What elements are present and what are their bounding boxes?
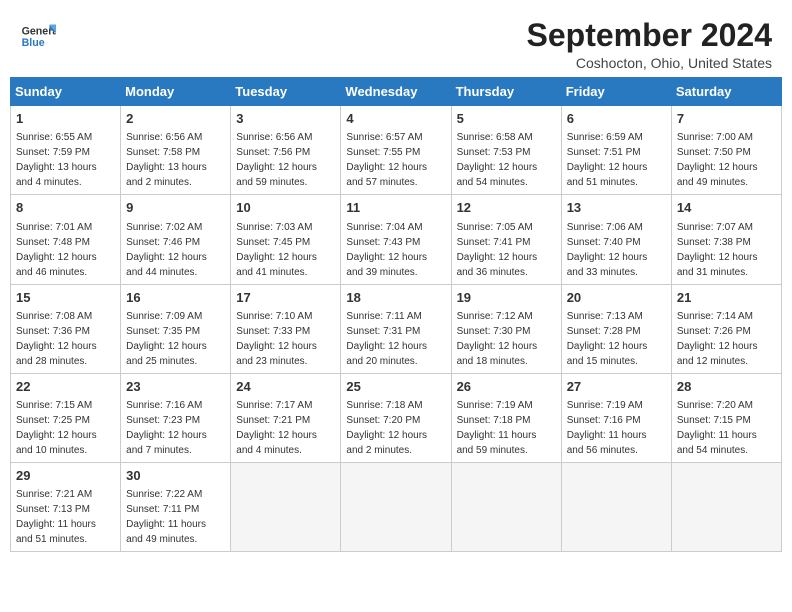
- month-title: September 2024: [527, 18, 772, 53]
- svg-text:Blue: Blue: [22, 37, 45, 49]
- col-monday: Monday: [121, 78, 231, 106]
- table-row: 3Sunrise: 6:56 AMSunset: 7:56 PMDaylight…: [231, 106, 341, 195]
- table-row: 1Sunrise: 6:55 AMSunset: 7:59 PMDaylight…: [11, 106, 121, 195]
- table-row: 14Sunrise: 7:07 AMSunset: 7:38 PMDayligh…: [671, 195, 781, 284]
- calendar-body: 1Sunrise: 6:55 AMSunset: 7:59 PMDaylight…: [11, 106, 782, 552]
- table-row: 24Sunrise: 7:17 AMSunset: 7:21 PMDayligh…: [231, 373, 341, 462]
- table-row: 15Sunrise: 7:08 AMSunset: 7:36 PMDayligh…: [11, 284, 121, 373]
- table-row: 5Sunrise: 6:58 AMSunset: 7:53 PMDaylight…: [451, 106, 561, 195]
- table-row: 13Sunrise: 7:06 AMSunset: 7:40 PMDayligh…: [561, 195, 671, 284]
- col-wednesday: Wednesday: [341, 78, 451, 106]
- table-row: 22Sunrise: 7:15 AMSunset: 7:25 PMDayligh…: [11, 373, 121, 462]
- table-row: 23Sunrise: 7:16 AMSunset: 7:23 PMDayligh…: [121, 373, 231, 462]
- logo-icon: General Blue: [20, 18, 56, 54]
- table-row: 28Sunrise: 7:20 AMSunset: 7:15 PMDayligh…: [671, 373, 781, 462]
- table-row: 30Sunrise: 7:22 AMSunset: 7:11 PMDayligh…: [121, 462, 231, 551]
- table-row: 17Sunrise: 7:10 AMSunset: 7:33 PMDayligh…: [231, 284, 341, 373]
- col-friday: Friday: [561, 78, 671, 106]
- table-row: [561, 462, 671, 551]
- title-area: September 2024 Coshocton, Ohio, United S…: [527, 18, 772, 71]
- table-row: 26Sunrise: 7:19 AMSunset: 7:18 PMDayligh…: [451, 373, 561, 462]
- table-row: 20Sunrise: 7:13 AMSunset: 7:28 PMDayligh…: [561, 284, 671, 373]
- table-row: 19Sunrise: 7:12 AMSunset: 7:30 PMDayligh…: [451, 284, 561, 373]
- table-row: 4Sunrise: 6:57 AMSunset: 7:55 PMDaylight…: [341, 106, 451, 195]
- table-row: 16Sunrise: 7:09 AMSunset: 7:35 PMDayligh…: [121, 284, 231, 373]
- table-row: 7Sunrise: 7:00 AMSunset: 7:50 PMDaylight…: [671, 106, 781, 195]
- calendar-header: Sunday Monday Tuesday Wednesday Thursday…: [11, 78, 782, 106]
- table-row: 8Sunrise: 7:01 AMSunset: 7:48 PMDaylight…: [11, 195, 121, 284]
- table-row: [231, 462, 341, 551]
- table-row: 27Sunrise: 7:19 AMSunset: 7:16 PMDayligh…: [561, 373, 671, 462]
- col-tuesday: Tuesday: [231, 78, 341, 106]
- col-thursday: Thursday: [451, 78, 561, 106]
- location-subtitle: Coshocton, Ohio, United States: [527, 55, 772, 71]
- page-header: General Blue General Blue September 2024…: [10, 10, 782, 77]
- table-row: 18Sunrise: 7:11 AMSunset: 7:31 PMDayligh…: [341, 284, 451, 373]
- logo: General Blue General Blue: [20, 18, 56, 54]
- table-row: 2Sunrise: 6:56 AMSunset: 7:58 PMDaylight…: [121, 106, 231, 195]
- table-row: [671, 462, 781, 551]
- table-row: 25Sunrise: 7:18 AMSunset: 7:20 PMDayligh…: [341, 373, 451, 462]
- table-row: 10Sunrise: 7:03 AMSunset: 7:45 PMDayligh…: [231, 195, 341, 284]
- calendar-table: Sunday Monday Tuesday Wednesday Thursday…: [10, 77, 782, 552]
- table-row: 21Sunrise: 7:14 AMSunset: 7:26 PMDayligh…: [671, 284, 781, 373]
- col-saturday: Saturday: [671, 78, 781, 106]
- table-row: [451, 462, 561, 551]
- col-sunday: Sunday: [11, 78, 121, 106]
- table-row: 12Sunrise: 7:05 AMSunset: 7:41 PMDayligh…: [451, 195, 561, 284]
- table-row: 29Sunrise: 7:21 AMSunset: 7:13 PMDayligh…: [11, 462, 121, 551]
- table-row: 11Sunrise: 7:04 AMSunset: 7:43 PMDayligh…: [341, 195, 451, 284]
- table-row: 9Sunrise: 7:02 AMSunset: 7:46 PMDaylight…: [121, 195, 231, 284]
- table-row: [341, 462, 451, 551]
- table-row: 6Sunrise: 6:59 AMSunset: 7:51 PMDaylight…: [561, 106, 671, 195]
